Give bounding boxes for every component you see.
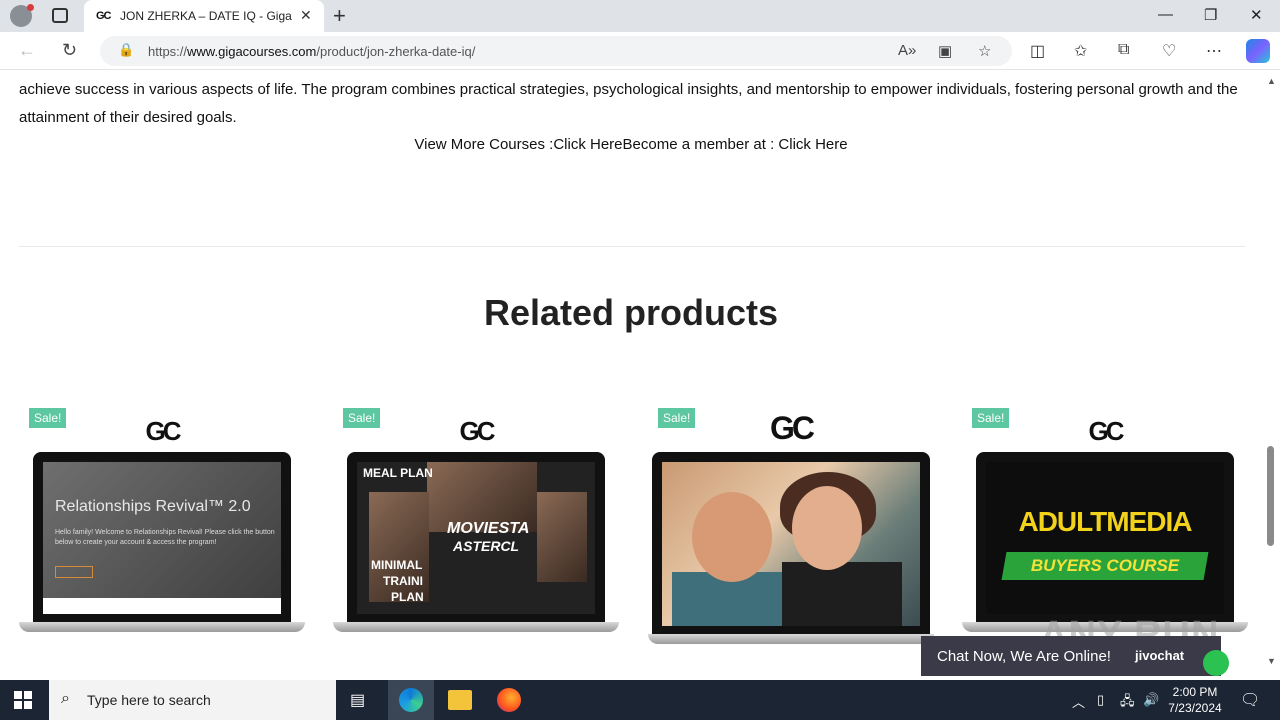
browser-essentials-icon[interactable]: ♡	[1162, 41, 1176, 61]
product-screen-subtitle: BUYERS COURSE	[1030, 556, 1180, 575]
product-screen-subtitle: Hello family! Welcome to Relationships R…	[55, 529, 275, 546]
taskbar-search-box[interactable]: ⌕ Type here to search	[49, 680, 336, 720]
scroll-thumb[interactable]	[1267, 446, 1274, 546]
site-favicon-icon: GC	[96, 10, 111, 22]
close-tab-icon[interactable]: ✕	[300, 7, 312, 24]
refresh-icon[interactable]: ↻	[62, 40, 77, 61]
screen-button-graphic	[55, 566, 93, 578]
browser-tab-bar: GC JON ZHERKA – DATE IQ - Giga Co ✕ + — …	[0, 0, 1280, 32]
url-text[interactable]: https://www.gigacourses.com/product/jon-…	[148, 44, 475, 59]
page-scrollbar[interactable]: ▲ ▼	[1262, 70, 1280, 676]
gc-logo-icon: GC	[770, 410, 815, 446]
restore-icon[interactable]: ❐	[1204, 6, 1217, 24]
browser-toolbar: ← ↻ 🔒 https://www.gigacourses.com/produc…	[0, 32, 1280, 70]
immersive-reader-icon[interactable]: ▣	[938, 42, 952, 60]
gc-logo-icon: GC	[459, 416, 496, 446]
address-bar[interactable]: 🔒 https://www.gigacourses.com/product/jo…	[100, 36, 1012, 66]
product-screen-title: ADULTMEDIA	[1018, 506, 1192, 537]
search-icon: ⌕	[61, 690, 70, 707]
notification-icon[interactable]: 🗨	[1240, 690, 1260, 710]
chat-brand-label: jivochat	[1135, 648, 1185, 663]
scroll-up-icon[interactable]: ▲	[1267, 76, 1276, 86]
product-card[interactable]: Sale! GC MEAL PLAN MOVIESTA ASTERCL MINI…	[333, 406, 619, 666]
section-divider	[19, 246, 1245, 247]
favorite-star-icon[interactable]: ☆	[978, 42, 991, 60]
product-image[interactable]: MEAL PLAN MOVIESTA ASTERCL MINIMAL TRAIN…	[347, 452, 605, 624]
volume-icon[interactable]: 🔊	[1143, 692, 1159, 708]
chat-label: Chat Now, We Are Online!	[937, 648, 1111, 665]
profile-avatar-icon[interactable]	[10, 4, 34, 27]
split-screen-icon[interactable]: ◫	[1030, 41, 1045, 61]
windows-taskbar: ⌕ Type here to search ▤ ︿ ▯ 🖧 🔊 2:00 PM …	[0, 680, 1280, 720]
search-placeholder: Type here to search	[87, 692, 211, 708]
close-window-icon[interactable]: ✕	[1250, 6, 1263, 24]
collections-icon[interactable]: ⧉	[1118, 41, 1129, 59]
product-image[interactable]: Relationships Revival™ 2.0 Hello family!…	[33, 452, 291, 624]
more-menu-icon[interactable]: ⋯	[1206, 41, 1222, 61]
system-clock[interactable]: 2:00 PM 7/23/2024	[1160, 684, 1230, 716]
chat-bubble-icon[interactable]	[1203, 650, 1229, 676]
start-windows-icon[interactable]	[14, 691, 32, 709]
firefox-icon[interactable]	[497, 688, 521, 712]
product-screen-title: Relationships Revival™ 2.0	[55, 498, 251, 515]
scroll-down-icon[interactable]: ▼	[1267, 656, 1276, 666]
product-card[interactable]: Sale! GC Relationships Revival™ 2.0 Hell…	[19, 406, 305, 666]
related-products-heading: Related products	[483, 292, 779, 333]
laptop-base	[648, 634, 934, 644]
product-image[interactable]	[652, 452, 930, 636]
more-courses-line: View More Courses :Click HereBecome a me…	[414, 136, 848, 153]
view-more-courses-link[interactable]: Click Here	[553, 136, 622, 153]
device-icon[interactable]: ▯	[1097, 692, 1104, 708]
lock-icon[interactable]: 🔒	[118, 42, 134, 58]
tab-actions-icon[interactable]	[52, 8, 68, 23]
favorites-icon[interactable]: ✩	[1074, 41, 1087, 61]
copilot-icon[interactable]	[1246, 39, 1270, 63]
task-view-icon[interactable]: ▤	[350, 690, 365, 710]
file-explorer-icon[interactable]	[448, 690, 472, 710]
back-icon[interactable]: ←	[18, 40, 36, 61]
read-aloud-icon[interactable]: A»	[898, 42, 916, 59]
edge-browser-icon[interactable]	[399, 688, 423, 712]
product-description: achieve success in various aspects of li…	[19, 81, 1238, 126]
become-member-link[interactable]: Click Here	[778, 136, 847, 153]
tab-title: JON ZHERKA – DATE IQ - Giga Co	[120, 9, 292, 23]
show-hidden-icons-icon[interactable]: ︿	[1072, 692, 1085, 711]
gc-logo-icon: GC	[145, 416, 182, 446]
product-image[interactable]: ADULTMEDIA BUYERS COURSE	[976, 452, 1234, 624]
product-card[interactable]: Sale! GC	[648, 406, 934, 666]
new-tab-icon[interactable]: +	[333, 3, 346, 29]
laptop-base	[333, 622, 619, 632]
gc-logo-icon: GC	[1088, 416, 1125, 446]
browser-tab[interactable]: GC JON ZHERKA – DATE IQ - Giga Co ✕	[84, 0, 324, 32]
network-icon[interactable]: 🖧	[1120, 692, 1135, 714]
minimize-icon[interactable]: —	[1158, 6, 1173, 23]
description-cut-line	[19, 70, 1244, 74]
laptop-base	[19, 622, 305, 632]
page-content: achieve success in various aspects of li…	[0, 70, 1262, 676]
chat-widget[interactable]: Chat Now, We Are Online! jivochat	[921, 636, 1229, 676]
